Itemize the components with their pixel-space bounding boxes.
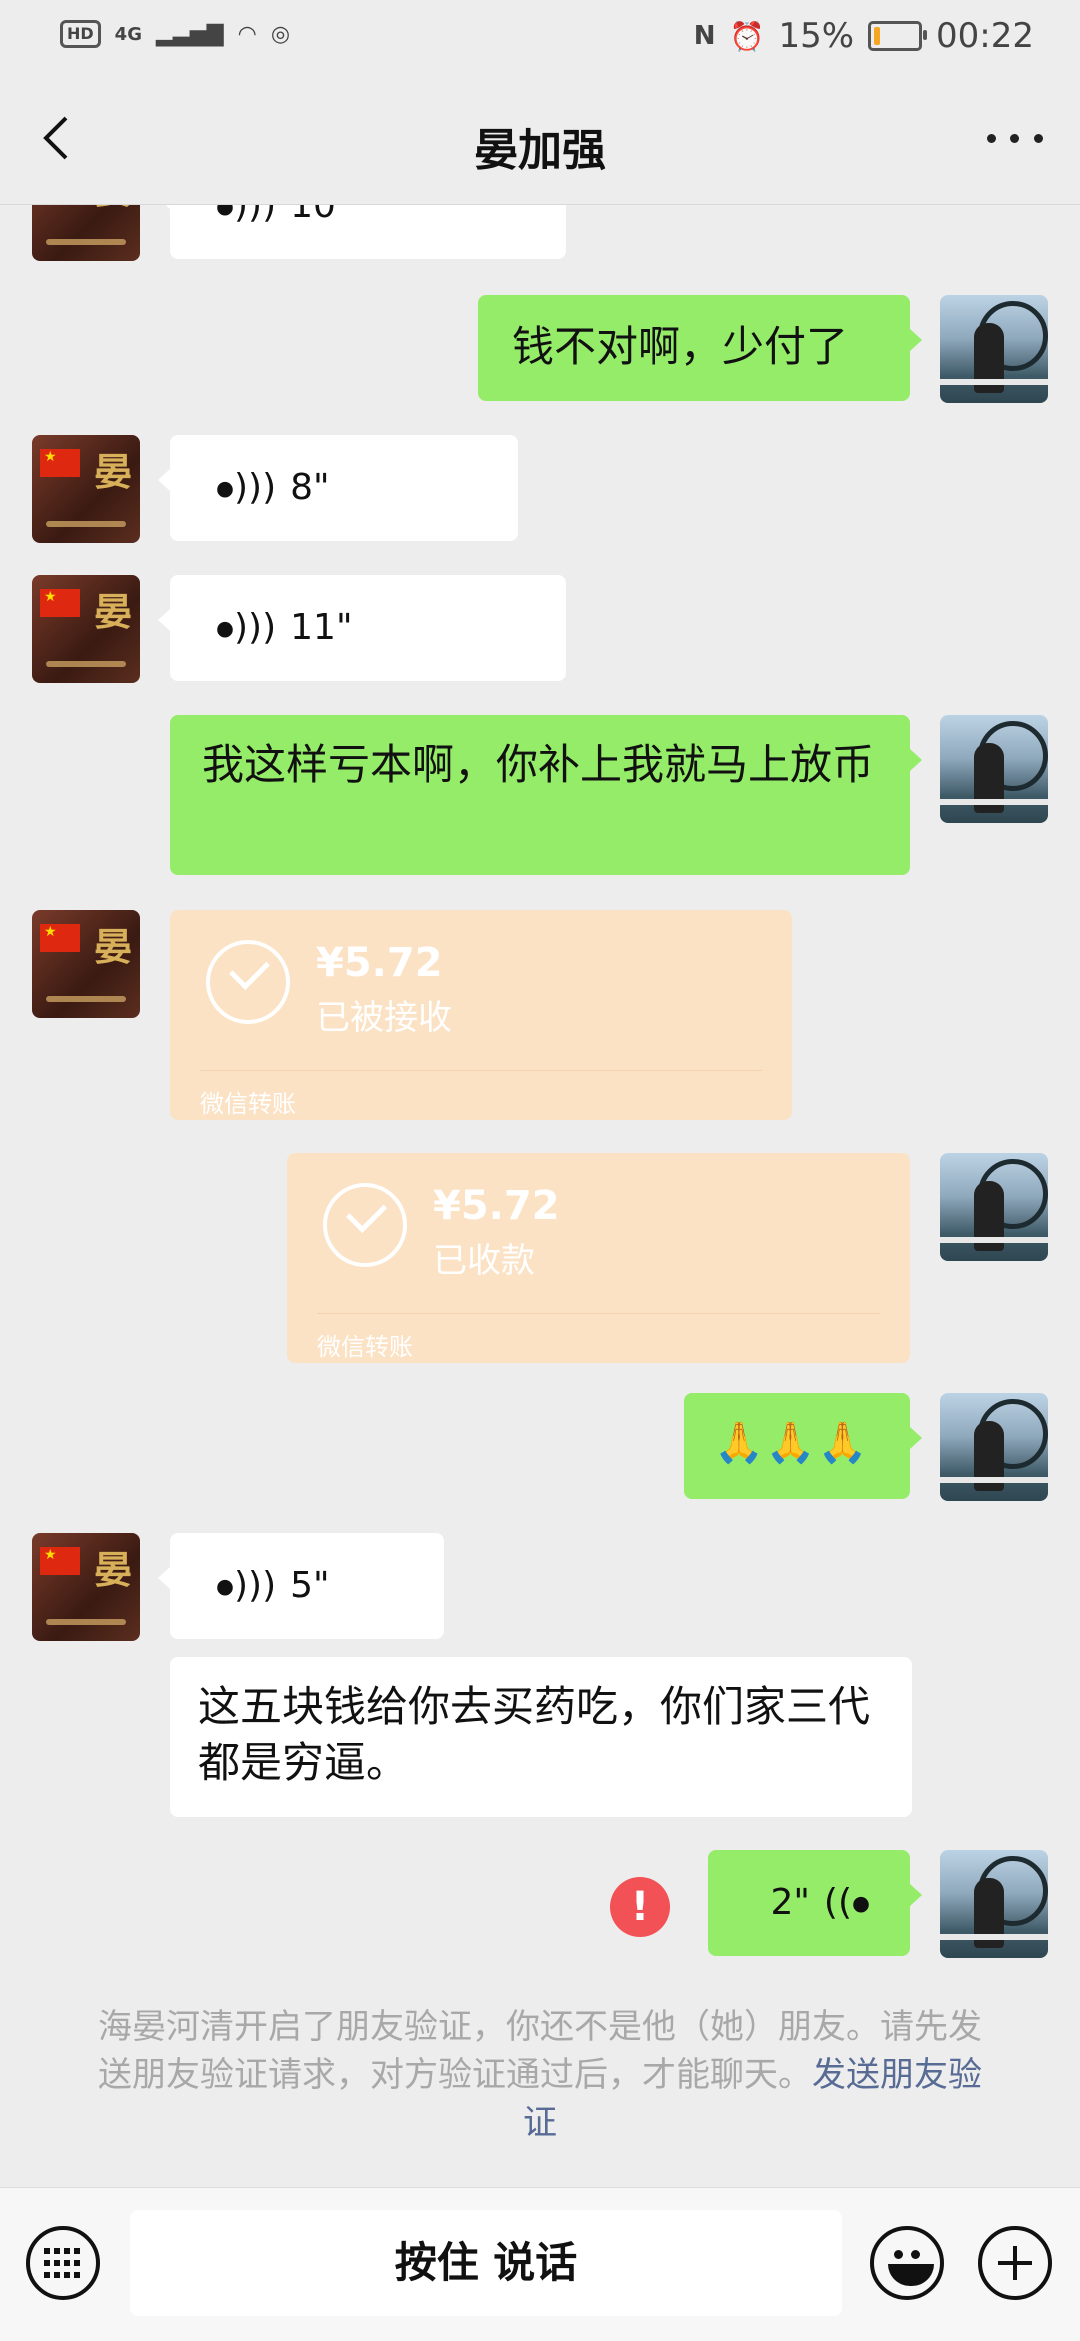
text-message[interactable]: 钱不对啊，少付了 bbox=[478, 295, 922, 401]
send-failed-icon[interactable]: ! bbox=[610, 1877, 670, 1937]
transfer-divider bbox=[200, 1070, 762, 1071]
wechat-icon: ◎ bbox=[270, 21, 291, 47]
nfc-icon: N bbox=[693, 21, 716, 51]
avatar-rail bbox=[940, 1237, 1048, 1243]
avatar-glyph: 晏 bbox=[94, 205, 132, 214]
input-bar: 按住 说话 bbox=[0, 2187, 1080, 2341]
voice-duration: 11" bbox=[290, 607, 353, 648]
transfer-card[interactable]: ¥5.72 已收款 微信转账 bbox=[287, 1153, 910, 1363]
avatar-rail bbox=[940, 1934, 1048, 1940]
transfer-footer: 微信转账 bbox=[317, 1333, 413, 1361]
clock: 00:22 bbox=[936, 16, 1034, 56]
avatar-rail bbox=[940, 799, 1048, 805]
battery-percent: 15% bbox=[778, 16, 855, 56]
voice-duration: 8" bbox=[290, 467, 330, 508]
keyboard-toggle-button[interactable] bbox=[26, 2226, 100, 2300]
more-dot-icon bbox=[1033, 133, 1043, 143]
avatar-glyph: 晏 bbox=[93, 589, 132, 634]
avatar-decoration bbox=[46, 521, 126, 527]
my-avatar[interactable] bbox=[940, 295, 1048, 403]
more-dot-icon bbox=[987, 133, 997, 143]
my-avatar[interactable] bbox=[940, 1393, 1048, 1501]
voice-message[interactable]: ⦁))) 8" bbox=[158, 435, 518, 541]
alarm-icon: ⏰ bbox=[729, 19, 765, 53]
voice-message[interactable]: 2" ((⦁ bbox=[708, 1850, 922, 1956]
status-left: HD 4G ▂▃▅▇ ◠ ◎ bbox=[60, 20, 290, 48]
avatar-decoration bbox=[46, 1619, 126, 1625]
status-bar: HD 4G ▂▃▅▇ ◠ ◎ N ⏰ 15% 00:22 bbox=[0, 0, 1080, 80]
emoji-text: 🙏🙏🙏 bbox=[714, 1420, 870, 1466]
contact-avatar[interactable]: 晏 bbox=[32, 910, 140, 1018]
text-message[interactable]: 这五块钱给你去买药吃，你们家三代都是穷逼。 bbox=[170, 1657, 912, 1817]
voice-wave-icon: ⦁))) bbox=[216, 1565, 277, 1606]
text-message[interactable]: 我这样亏本啊，你补上我就马上放币 bbox=[170, 715, 922, 875]
signal-bars-icon: ▂▃▅▇ bbox=[155, 21, 224, 47]
keyboard-icon bbox=[44, 2248, 82, 2278]
status-right: N ⏰ 15% 00:22 bbox=[694, 16, 1034, 56]
battery-icon bbox=[868, 21, 928, 51]
avatar-decoration bbox=[46, 996, 126, 1002]
nav-bar: 晏加强 bbox=[0, 80, 1080, 205]
transfer-footer: 微信转账 bbox=[200, 1090, 296, 1118]
check-circle-icon bbox=[323, 1183, 407, 1267]
more-actions-button[interactable] bbox=[978, 2226, 1052, 2300]
chat-title: 晏加强 bbox=[474, 125, 606, 176]
voice-wave-icon: ((⦁ bbox=[823, 1882, 870, 1923]
battery-fill bbox=[874, 27, 881, 45]
my-avatar[interactable] bbox=[940, 1850, 1048, 1958]
flag-icon bbox=[40, 1547, 80, 1575]
contact-avatar[interactable]: 晏 bbox=[32, 205, 140, 261]
avatar-decoration bbox=[46, 661, 126, 667]
avatar-decoration bbox=[46, 239, 126, 245]
flag-icon bbox=[40, 589, 80, 617]
check-circle-icon bbox=[206, 940, 290, 1024]
voice-message[interactable]: ⦁))) 11" bbox=[158, 575, 566, 681]
voice-duration: 10" bbox=[290, 205, 353, 226]
more-dot-icon bbox=[1010, 133, 1020, 143]
voice-message[interactable]: ⦁))) 10" bbox=[158, 205, 566, 259]
transfer-status: 已收款 bbox=[433, 1241, 535, 1281]
smile-icon bbox=[888, 2264, 934, 2286]
transfer-card[interactable]: ¥5.72 已被接收 微信转账 bbox=[170, 910, 792, 1120]
voice-wave-icon: ⦁))) bbox=[216, 607, 277, 648]
emoji-message[interactable]: 🙏🙏🙏 bbox=[684, 1393, 922, 1499]
more-button[interactable] bbox=[980, 118, 1050, 158]
avatar-glyph: 晏 bbox=[93, 1547, 132, 1592]
voice-wave-icon: ⦁))) bbox=[216, 467, 277, 508]
message-text: 这五块钱给你去买药吃，你们家三代都是穷逼。 bbox=[198, 1682, 871, 1787]
message-text: 钱不对啊，少付了 bbox=[512, 322, 849, 371]
transfer-divider bbox=[317, 1313, 880, 1314]
transfer-status: 已被接收 bbox=[316, 998, 452, 1038]
voice-message[interactable]: ⦁))) 5" bbox=[158, 1533, 444, 1639]
flag-icon bbox=[40, 449, 80, 477]
my-avatar[interactable] bbox=[940, 715, 1048, 823]
voice-duration: 2" bbox=[770, 1882, 810, 1923]
my-avatar[interactable] bbox=[940, 1153, 1048, 1261]
avatar-glyph: 晏 bbox=[93, 924, 132, 969]
hold-to-talk-button[interactable]: 按住 说话 bbox=[130, 2210, 842, 2316]
signal-indicator: 4G bbox=[114, 23, 142, 45]
flag-icon bbox=[40, 924, 80, 952]
chat-area[interactable]: 晏 ⦁))) 10" 钱不对啊，少付了 晏 ⦁))) 8" 晏 ⦁))) 11"… bbox=[0, 205, 1080, 2187]
contact-avatar[interactable]: 晏 bbox=[32, 1533, 140, 1641]
voice-duration: 5" bbox=[290, 1565, 330, 1606]
hd-badge: HD bbox=[60, 20, 101, 48]
wifi-icon: ◠ bbox=[237, 21, 257, 47]
contact-avatar[interactable]: 晏 bbox=[32, 575, 140, 683]
avatar-glyph: 晏 bbox=[93, 449, 132, 494]
transfer-amount: ¥5.72 bbox=[433, 1183, 560, 1229]
avatar-rail bbox=[940, 1477, 1048, 1483]
emoji-button[interactable] bbox=[870, 2226, 944, 2300]
voice-wave-icon: ⦁))) bbox=[216, 205, 277, 226]
contact-avatar[interactable]: 晏 bbox=[32, 435, 140, 543]
transfer-amount: ¥5.72 bbox=[316, 940, 443, 986]
message-text: 我这样亏本啊，你补上我就马上放币 bbox=[202, 740, 875, 789]
friend-verification-notice: 海晏河清开启了朋友验证，你还不是他（她）朋友。请先发送朋友验证请求，对方验证通过… bbox=[90, 2003, 990, 2147]
avatar-rail bbox=[940, 379, 1048, 385]
